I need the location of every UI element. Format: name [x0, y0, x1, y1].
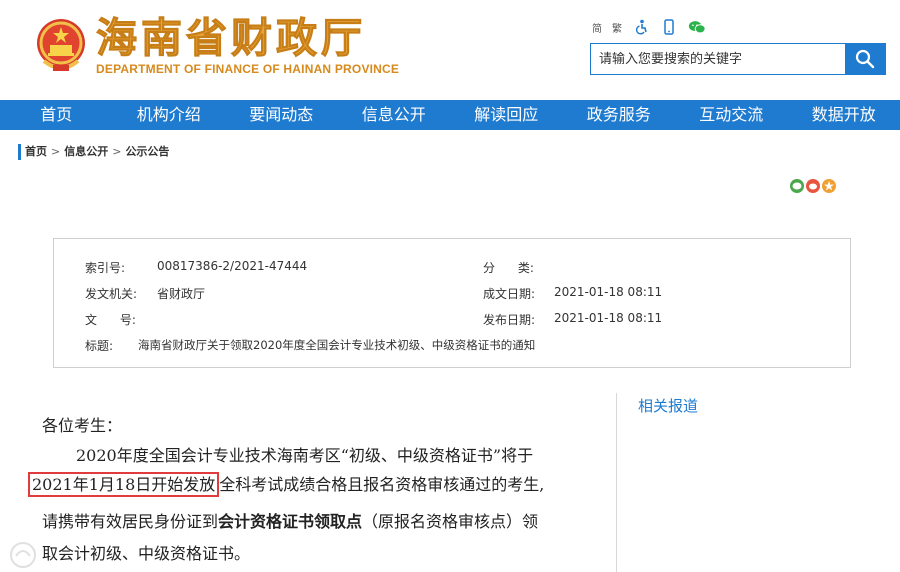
breadcrumb-home[interactable]: 首页: [25, 144, 47, 160]
site-title: 海南省财政厅: [96, 14, 366, 63]
related-reports-link[interactable]: 相关报道: [638, 395, 698, 416]
header-tools: 简 繁: [592, 16, 706, 38]
simplified-chinese-link[interactable]: 简: [592, 20, 602, 35]
accessibility-icon[interactable]: [632, 18, 650, 36]
search-box: [590, 43, 886, 75]
nav-item-interpretation[interactable]: 解读回应: [450, 100, 563, 130]
watermark-icon: [8, 540, 38, 570]
article-text: （原报名资格审核点）领: [362, 512, 539, 531]
article-text: 全科考试成绩合格且报名资格审核通过的考生,: [219, 475, 545, 494]
index-number-label: 索引号:: [85, 261, 126, 275]
article-paragraph-line: 2021年1月18日开始发放 全科考试成绩合格且报名资格审核通过的考生,: [28, 471, 545, 497]
article-paragraph-line: 请携带有效居民身份证到会计资格证书领取点（原报名资格审核点）领: [42, 508, 538, 532]
published-date-label: 发布日期:: [483, 313, 536, 327]
search-input[interactable]: [591, 44, 845, 74]
mobile-icon[interactable]: [660, 18, 678, 36]
nav-item-services[interactable]: 政务服务: [563, 100, 676, 130]
sidebar-divider: [616, 393, 617, 572]
document-number-label: 文 号:: [85, 313, 136, 327]
national-emblem-icon: [34, 17, 88, 75]
share-weibo-icon[interactable]: [806, 179, 820, 193]
category-label: 分 类:: [483, 261, 534, 275]
issuer-label: 发文机关:: [85, 287, 138, 301]
highlighted-date: 2021年1月18日开始发放: [28, 472, 220, 497]
share-bar: [790, 179, 836, 193]
created-date-value: 2021-01-18 08:11: [554, 285, 663, 299]
title-label: 标题:: [85, 339, 114, 353]
nav-item-open-data[interactable]: 数据开放: [788, 100, 900, 130]
document-info-table: 索引号: 00817386-2/2021-47444 分 类: 发文机关: 省财…: [53, 238, 851, 368]
created-date-label: 成文日期:: [483, 287, 536, 301]
wechat-icon[interactable]: [688, 18, 706, 36]
share-wechat-icon[interactable]: [790, 179, 804, 193]
site-subtitle: DEPARTMENT OF FINANCE OF HAINAN PROVINCE: [96, 62, 400, 76]
nav-item-interaction[interactable]: 互动交流: [675, 100, 788, 130]
traditional-chinese-link[interactable]: 繁: [612, 20, 622, 35]
main-nav: 首页 机构介绍 要闻动态 信息公开 解读回应 政务服务 互动交流 数据开放: [0, 100, 900, 130]
breadcrumb-info-disclosure[interactable]: 信息公开: [64, 144, 108, 160]
share-qzone-icon[interactable]: [822, 179, 836, 193]
search-icon: [855, 49, 875, 69]
issuer-value: 省财政厅: [157, 287, 206, 301]
certificate-pickup-point: 会计资格证书领取点: [218, 512, 363, 531]
article-greeting: 各位考生：: [42, 416, 123, 435]
article-text: 请携带有效居民身份证到: [42, 512, 219, 531]
nav-item-organization[interactable]: 机构介绍: [113, 100, 226, 130]
article-paragraph-line: 取会计初级、中级资格证书。: [42, 544, 251, 563]
title-value: 海南省财政厅关于领取2020年度全国会计专业技术初级、中级资格证书的通知: [138, 338, 536, 352]
breadcrumb: 首页 > 信息公开 > 公示公告: [18, 144, 169, 160]
breadcrumb-separator: >: [51, 145, 61, 158]
site-header: 海南省财政厅 DEPARTMENT OF FINANCE OF HAINAN P…: [0, 0, 900, 100]
search-button[interactable]: [845, 44, 885, 74]
published-date-value: 2021-01-18 08:11: [554, 311, 663, 325]
breadcrumb-separator: >: [112, 145, 122, 158]
nav-item-home[interactable]: 首页: [0, 100, 113, 130]
index-number-value: 00817386-2/2021-47444: [157, 259, 308, 273]
nav-item-news[interactable]: 要闻动态: [225, 100, 338, 130]
nav-item-info-disclosure[interactable]: 信息公开: [338, 100, 451, 130]
article-paragraph-line: 2020年度全国会计专业技术海南考区“初级、中级资格证书”将于: [76, 446, 534, 465]
breadcrumb-announcements[interactable]: 公示公告: [125, 144, 169, 160]
